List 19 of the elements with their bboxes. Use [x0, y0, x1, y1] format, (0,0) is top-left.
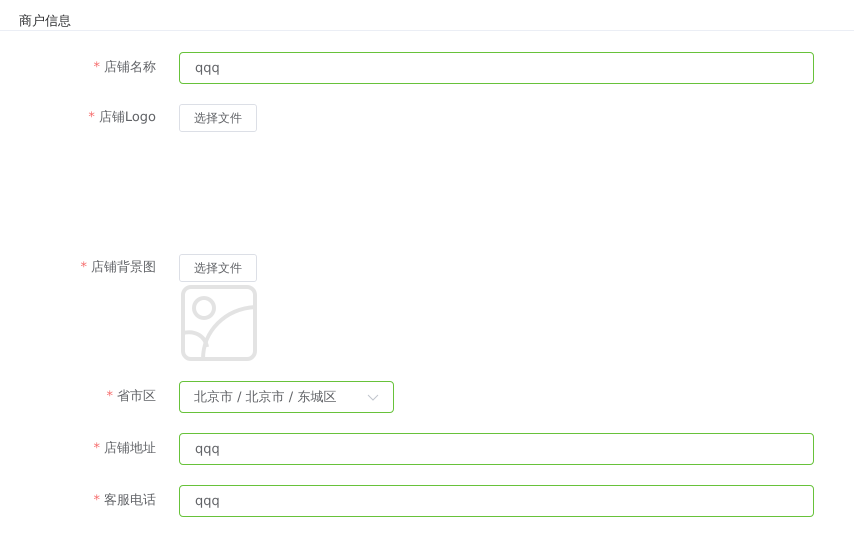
required-asterisk: * [94, 441, 100, 456]
field-label: 店铺名称 [104, 60, 156, 75]
field-label: 店铺地址 [104, 441, 156, 456]
field-label: 客服电话 [104, 493, 156, 508]
field-label: 店铺背景图 [91, 260, 156, 275]
region-select[interactable]: 北京市 / 北京市 / 东城区 [179, 381, 394, 413]
field-label: 店铺Logo [98, 110, 156, 125]
choose-file-button[interactable]: 选择文件 [179, 254, 257, 282]
section-title: 商户信息 [19, 14, 71, 29]
required-asterisk: * [80, 260, 87, 275]
required-asterisk: * [88, 110, 95, 125]
choose-file-button[interactable]: 选择文件 [179, 104, 257, 132]
required-asterisk: * [94, 493, 100, 508]
required-asterisk: * [106, 389, 113, 404]
text-input[interactable]: qqq [179, 433, 814, 465]
field-label: 省市区 [117, 389, 156, 404]
text-input[interactable]: qqq [179, 52, 814, 84]
text-input[interactable]: qqq [179, 485, 814, 517]
required-asterisk: * [94, 60, 100, 75]
